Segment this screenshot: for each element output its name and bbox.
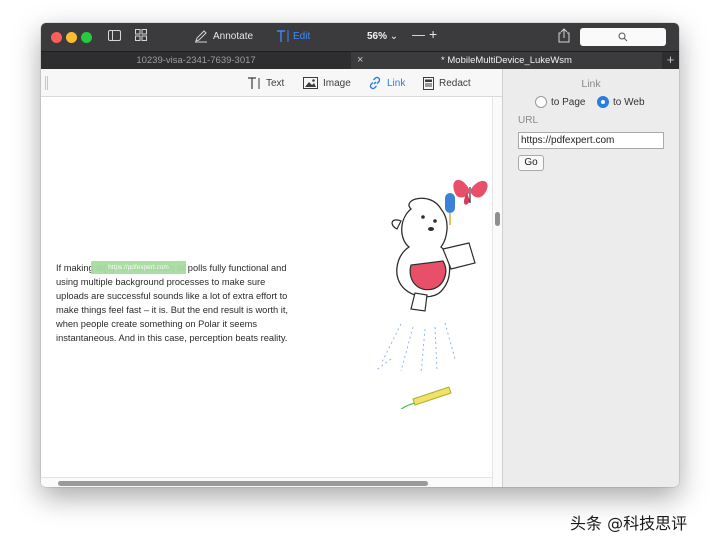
text-tool-icon [248,76,260,89]
radio-circle-selected[interactable] [597,96,609,108]
radio-label: to Web [613,96,645,108]
tab-bar: 10239-visa-2341-7639-3017 × * MobileMult… [41,51,679,69]
panel-title: Link [581,78,601,90]
zoom-out-button[interactable]: — [412,28,425,42]
bear-icon [391,197,476,312]
document-area: Text Image Link Redact If making te[n]s … [41,69,502,487]
chevron-down-icon: ⌄ [389,31,399,42]
radio-label: to Page [551,96,586,108]
link-icon [369,76,381,90]
app-window: Annotate Edit 56% ⌄ — + 10239-visa-2341-… [41,23,679,487]
tab-close-icon[interactable]: × [357,52,363,69]
text-tool-button[interactable]: Text [247,75,284,91]
search-field[interactable] [580,28,666,46]
edit-toolbar: Text Image Link Redact [41,69,502,97]
image-icon [303,77,318,89]
horizontal-scrollbar[interactable] [41,477,492,487]
zoom-level[interactable]: 56% ⌄ [367,30,398,44]
link-annotation[interactable]: https://pdfexpert.com [91,261,186,274]
image-tool-label: Image [323,77,351,89]
tab-label: * MobileMultiDevice_LukeWsm [441,55,572,66]
zoom-in-button[interactable]: + [429,27,437,41]
vertical-scrollbar[interactable] [492,97,502,487]
horizontal-scroll-thumb[interactable] [58,481,428,486]
share-icon[interactable] [558,28,570,48]
polar-bear-illustration [374,179,488,409]
document-paragraph[interactable]: If making te[n]s of thousands of polls f… [56,262,298,345]
redact-tool-label: Redact [439,77,471,89]
tab-label: 10239-visa-2341-7639-3017 [136,55,256,66]
edit-text-icon[interactable] [276,29,290,48]
butterfly-icon [453,179,488,205]
drag-handle-icon[interactable] [45,76,48,90]
watermark: 头条 @科技思评 [570,514,688,533]
close-window-button[interactable] [51,32,62,43]
zoom-value: 56% [367,31,388,42]
redact-icon [423,76,434,90]
redact-tool-button[interactable]: Redact [423,75,471,91]
text-tool-label: Text [266,77,285,89]
tab-visa-document[interactable]: 10239-visa-2341-7639-3017 [41,52,351,69]
search-icon [618,32,628,42]
go-button[interactable]: Go [518,155,544,171]
radio-to-page[interactable]: to Page [535,96,585,108]
link-tool-button[interactable]: Link [368,75,405,91]
motion-lines [374,322,456,375]
tab-mobile-multidevice[interactable]: × * MobileMultiDevice_LukeWsm [351,52,662,69]
radio-to-web[interactable]: to Web [597,96,645,108]
url-input[interactable] [518,132,664,149]
radio-circle[interactable] [535,96,547,108]
annotate-button[interactable]: Annotate [213,30,253,44]
image-tool-button[interactable]: Image [303,75,351,91]
annotate-pen-icon[interactable] [194,29,208,48]
pdf-page[interactable]: If making te[n]s of thousands of polls f… [41,97,491,477]
sidebar-toggle-icon[interactable] [108,28,121,46]
edit-button[interactable]: Edit [293,30,310,44]
url-label: URL [518,115,539,126]
titlebar: Annotate Edit 56% ⌄ — + [41,23,679,51]
link-tool-label: Link [387,77,406,89]
grid-view-icon[interactable] [135,28,147,46]
zoom-window-button[interactable] [81,32,92,43]
new-tab-button[interactable]: + [662,52,679,69]
vertical-scroll-thumb[interactable] [495,212,500,226]
minimize-window-button[interactable] [66,32,77,43]
link-panel: Link to Page to Web URL Go [502,69,679,487]
skateboard-icon [400,386,452,409]
